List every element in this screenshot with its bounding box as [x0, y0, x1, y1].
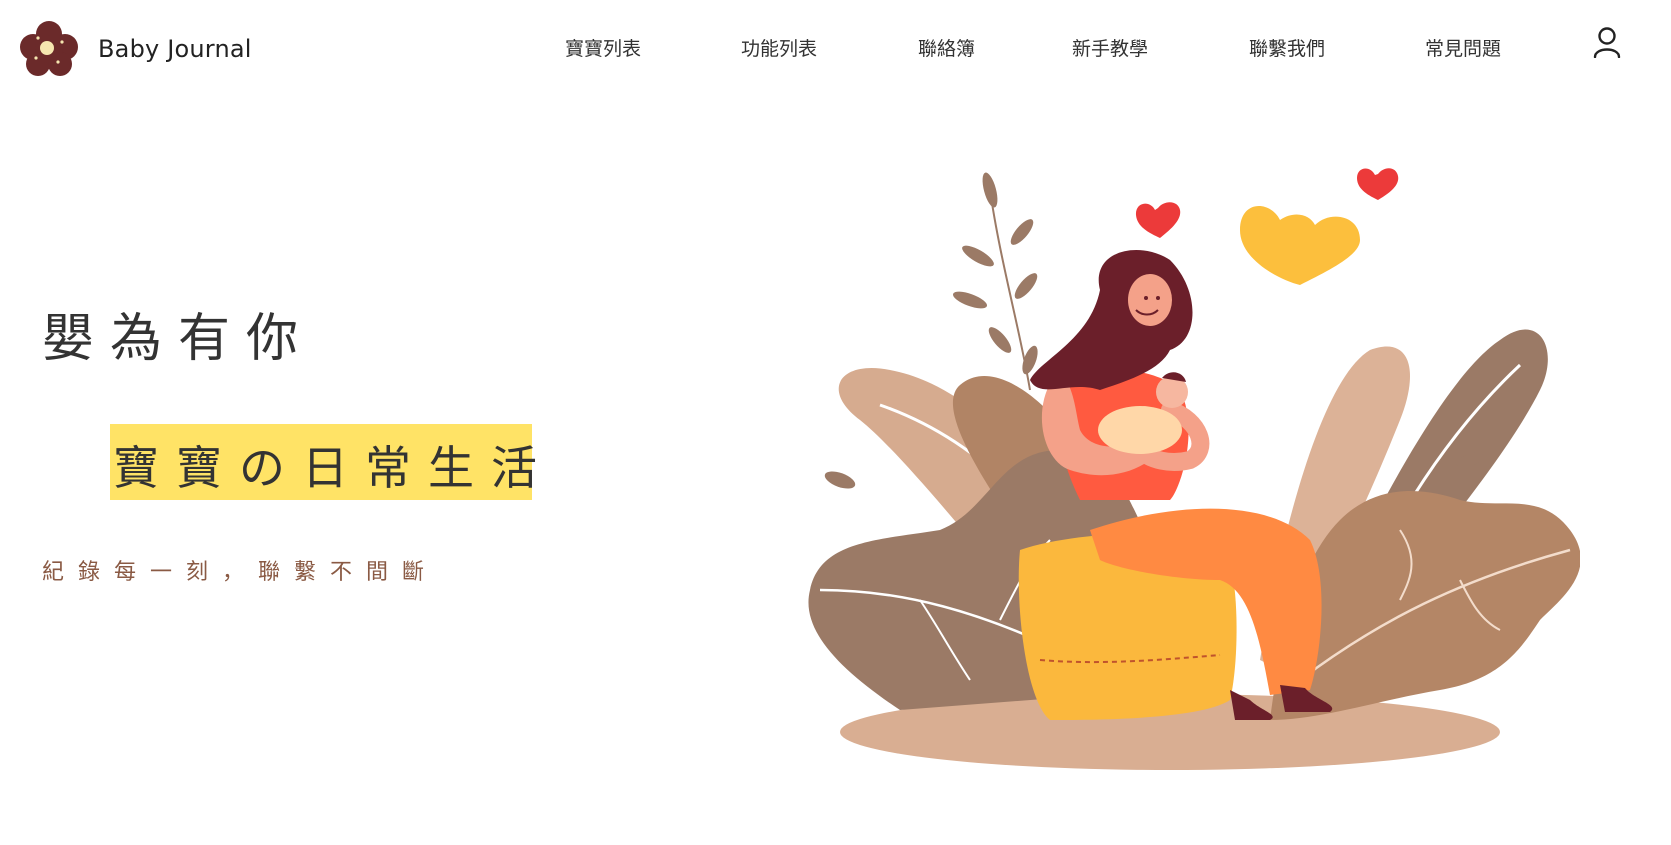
- nav-beginner-tutorial[interactable]: 新手教學: [1072, 34, 1148, 61]
- hero-highlight-text: 寶寶の日常生活: [113, 441, 554, 495]
- user-icon[interactable]: [1592, 26, 1622, 58]
- nav-contact-book[interactable]: 聯絡簿: [918, 34, 975, 61]
- mother-baby-illustration: [808, 168, 1580, 770]
- brand-name: Baby Journal: [98, 35, 252, 63]
- nav-faq[interactable]: 常見問題: [1425, 34, 1501, 61]
- brand-link[interactable]: Baby Journal: [18, 20, 252, 78]
- nav-baby-list[interactable]: 寶寶列表: [565, 34, 641, 61]
- nav-contact-us[interactable]: 聯繫我們: [1249, 34, 1325, 61]
- flower-logo-icon: [20, 21, 78, 76]
- navbar: Baby Journal 寶寶列表 功能列表 聯絡簿 新手教學 聯繫我們 常見問…: [0, 0, 1671, 92]
- hero-title: 嬰為有你: [42, 309, 315, 369]
- hero-tagline: 紀錄每一刻，聯繫不間斷: [42, 560, 439, 585]
- nav-feature-list[interactable]: 功能列表: [741, 34, 817, 61]
